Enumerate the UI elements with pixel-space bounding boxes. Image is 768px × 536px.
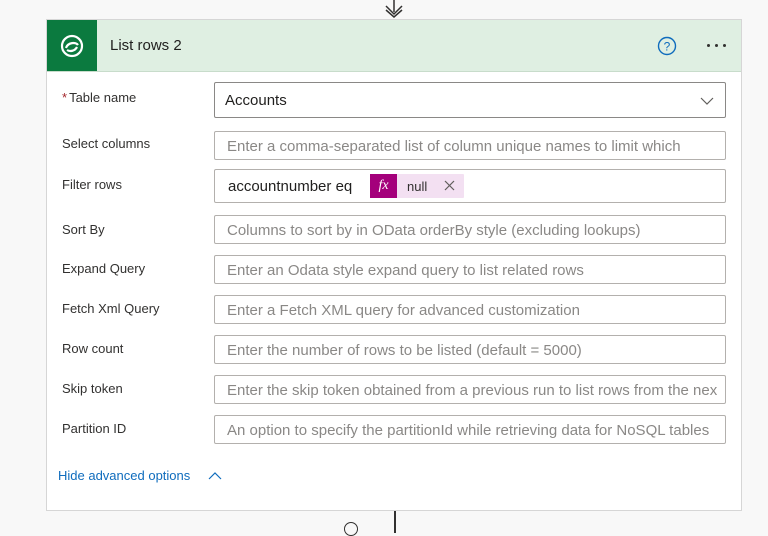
fetch-xml-placeholder: Enter a Fetch XML query for advanced cus…: [227, 302, 580, 319]
help-icon[interactable]: ?: [657, 36, 677, 56]
required-marker: *: [62, 90, 68, 105]
add-step-icon[interactable]: [344, 522, 358, 536]
select-columns-label: Select columns: [62, 136, 151, 151]
chevron-up-icon[interactable]: [208, 470, 222, 482]
table-name-label-text: Table name: [69, 90, 137, 105]
filter-rows-input[interactable]: accountnumber eq fx null: [214, 169, 726, 203]
table-name-label: * Table name: [62, 90, 136, 105]
partition-id-placeholder: An option to specify the partitionId whi…: [227, 422, 710, 439]
sort-by-placeholder: Columns to sort by in OData orderBy styl…: [227, 222, 641, 239]
expand-query-input[interactable]: Enter an Odata style expand query to lis…: [214, 255, 726, 284]
expand-query-placeholder: Enter an Odata style expand query to lis…: [227, 262, 584, 279]
hide-advanced-options-link[interactable]: Hide advanced options: [58, 468, 190, 483]
dataverse-logo-icon: [47, 20, 97, 71]
row-count-placeholder: Enter the number of rows to be listed (d…: [227, 342, 582, 359]
fetch-xml-label: Fetch Xml Query: [62, 301, 160, 316]
select-columns-input[interactable]: Enter a comma-separated list of column u…: [214, 131, 726, 160]
row-count-label: Row count: [62, 341, 124, 356]
expand-query-label: Expand Query: [62, 261, 146, 276]
connector-line: [394, 511, 396, 533]
remove-token-icon[interactable]: [443, 179, 456, 192]
sort-by-label: Sort By: [62, 222, 105, 237]
more-options-icon[interactable]: [703, 34, 731, 56]
list-rows-action-card: List rows 2 ? * Table name Accounts Selec…: [46, 19, 742, 511]
partition-id-input[interactable]: An option to specify the partitionId whi…: [214, 415, 726, 444]
chevron-down-icon: [700, 97, 714, 105]
card-header[interactable]: List rows 2 ?: [47, 20, 741, 72]
token-value: null: [407, 179, 428, 194]
skip-token-input[interactable]: Enter the skip token obtained from a pre…: [214, 375, 726, 404]
partition-id-label: Partition ID: [62, 421, 127, 436]
fx-icon: fx: [370, 174, 397, 198]
skip-token-placeholder: Enter the skip token obtained from a pre…: [227, 382, 717, 399]
table-name-value: Accounts: [225, 92, 287, 109]
expression-token[interactable]: fx null: [370, 174, 464, 198]
down-arrow-connector-icon: [385, 0, 403, 18]
sort-by-input[interactable]: Columns to sort by in OData orderBy styl…: [214, 215, 726, 244]
filter-rows-label: Filter rows: [62, 177, 122, 192]
table-name-dropdown[interactable]: Accounts: [214, 82, 726, 118]
row-count-input[interactable]: Enter the number of rows to be listed (d…: [214, 335, 726, 364]
skip-token-label: Skip token: [62, 381, 123, 396]
filter-rows-text: accountnumber eq: [228, 178, 353, 195]
fetch-xml-input[interactable]: Enter a Fetch XML query for advanced cus…: [214, 295, 726, 324]
select-columns-placeholder: Enter a comma-separated list of column u…: [227, 138, 681, 155]
svg-text:?: ?: [664, 40, 671, 54]
action-title[interactable]: List rows 2: [110, 37, 182, 54]
